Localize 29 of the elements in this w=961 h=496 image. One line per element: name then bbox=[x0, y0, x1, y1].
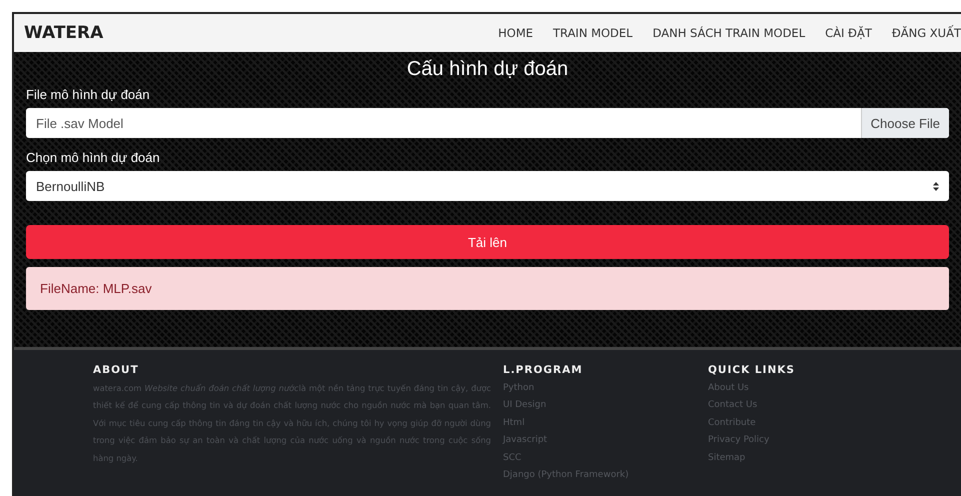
nav-link[interactable]: ĐĂNG XUẤT bbox=[892, 26, 961, 40]
model-select[interactable]: BernoulliNB bbox=[26, 171, 949, 201]
footer-heading: ABOUT bbox=[93, 364, 140, 376]
field-label: File mô hình dự đoán bbox=[26, 87, 151, 102]
upload-button[interactable]: Tải lên bbox=[26, 225, 949, 259]
footer-link[interactable]: Privacy Policy bbox=[708, 432, 795, 450]
footer-link[interactable]: Html bbox=[503, 414, 696, 432]
nav-link[interactable]: CÀI ĐẶT bbox=[825, 26, 872, 40]
brand-logo[interactable]: WATERA bbox=[24, 23, 104, 43]
footer-heading: L.PROGRAM bbox=[503, 364, 584, 376]
file-input-field[interactable]: File .sav Model Choose File bbox=[26, 108, 949, 138]
footer-link[interactable]: About Us bbox=[708, 380, 795, 398]
nav-link[interactable]: HOME bbox=[498, 26, 534, 40]
footer-heading: QUICK LINKS bbox=[708, 364, 795, 376]
nav-link[interactable]: DANH SÁCH TRAIN MODEL bbox=[652, 26, 806, 40]
nav-link[interactable]: TRAIN MODEL bbox=[553, 26, 633, 40]
footer-link[interactable]: Sitemap bbox=[708, 450, 795, 468]
caret-icon bbox=[933, 182, 939, 190]
alert-message: FileName: MLP.sav bbox=[26, 267, 949, 310]
choose-file-button[interactable]: Choose File bbox=[860, 108, 949, 138]
form-title: Cấu hình dự đoán bbox=[406, 58, 570, 81]
footer-link[interactable]: Javascript bbox=[503, 432, 696, 450]
field-label: Chọn mô hình dự đoán bbox=[26, 150, 161, 165]
footer-link[interactable]: SCC bbox=[503, 450, 696, 468]
footer-link[interactable]: Contact Us bbox=[708, 397, 795, 415]
footer-link[interactable]: Python bbox=[503, 380, 696, 398]
footer-link[interactable]: Django (Python Framework) bbox=[503, 467, 696, 484]
footer-link[interactable]: Contribute bbox=[708, 414, 795, 432]
footer-link[interactable]: UI Design bbox=[503, 397, 696, 415]
